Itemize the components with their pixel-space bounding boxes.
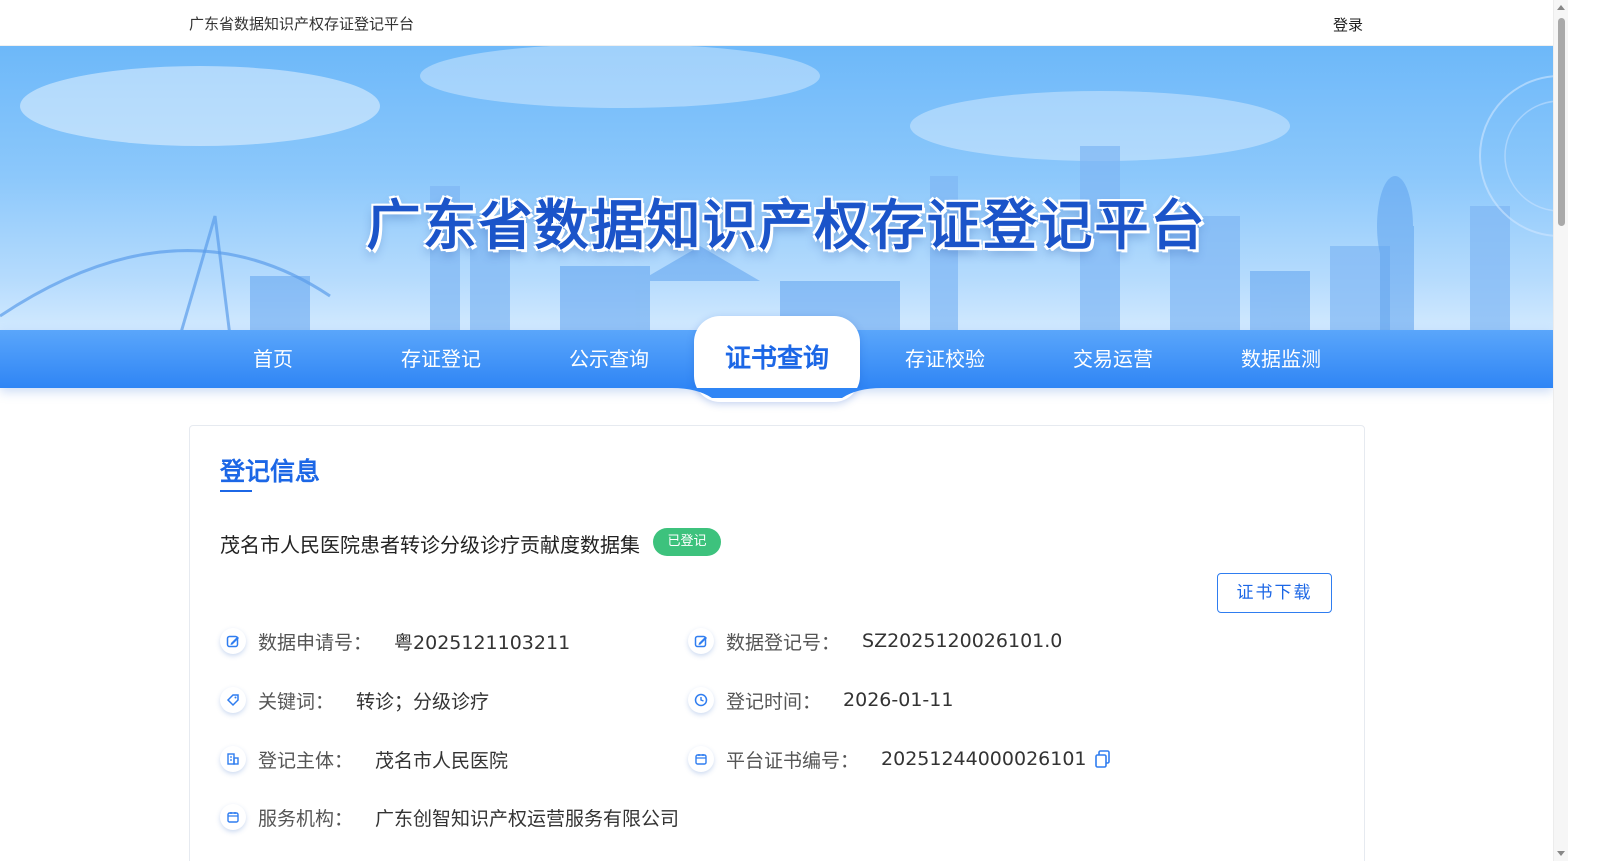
section-title: 登记信息	[220, 457, 321, 486]
application-no-value: 粤2025121103211	[394, 631, 571, 654]
section-underline	[220, 490, 252, 492]
building-icon	[220, 746, 246, 772]
edit-icon	[220, 628, 246, 654]
cert-no-label: 平台证书编号：	[726, 749, 860, 772]
keywords-value: 转诊；分级诊疗	[356, 690, 490, 713]
login-link[interactable]: 登录	[1333, 14, 1363, 35]
banner: 广东省数据知识产权存证登记平台	[0, 46, 1553, 336]
edit-icon	[688, 628, 714, 654]
vertical-scrollbar[interactable]	[1553, 0, 1568, 861]
subject-label: 登记主体：	[258, 749, 354, 772]
clock-icon	[688, 687, 714, 713]
field-application-no: 数据申请号： 粤2025121103211	[220, 625, 570, 657]
register-time-value: 2026-01-11	[843, 689, 954, 711]
scroll-down-icon[interactable]	[1557, 851, 1565, 856]
calendar-icon	[688, 746, 714, 772]
site-name: 广东省数据知识产权存证登记平台	[189, 15, 415, 33]
application-no-label: 数据申请号：	[258, 631, 373, 654]
registration-no-label: 数据登记号：	[726, 631, 841, 654]
scroll-up-icon[interactable]	[1557, 5, 1565, 10]
field-registration-no: 数据登记号： SZ2025120026101.0	[688, 625, 1062, 657]
registration-card: 登记信息 茂名市人民医院患者转诊分级诊疗贡献度数据集 已登记 证书下载 数据申请…	[189, 425, 1365, 861]
register-time-label: 登记时间：	[726, 690, 822, 713]
copy-icon[interactable]	[1094, 750, 1111, 768]
nav-active-notch	[672, 388, 882, 398]
tag-icon	[220, 687, 246, 713]
field-keywords: 关键词： 转诊；分级诊疗	[220, 684, 489, 716]
keywords-label: 关键词：	[258, 690, 335, 713]
nav-item-register[interactable]: 存证登记	[358, 330, 524, 388]
main-nav: 首页 存证登记 公示查询 证书查询 存证校验 交易运营 数据监测	[0, 316, 1553, 402]
field-cert-no: 平台证书编号： 20251244000026101	[688, 743, 1111, 775]
agency-label: 服务机构：	[258, 807, 354, 830]
nav-item-home[interactable]: 首页	[190, 330, 356, 388]
nav-item-monitoring[interactable]: 数据监测	[1198, 330, 1364, 388]
certificate-download-button[interactable]: 证书下载	[1217, 573, 1332, 613]
subject-value: 茂名市人民医院	[375, 749, 509, 772]
registration-no-value: SZ2025120026101.0	[862, 630, 1063, 652]
dataset-name: 茂名市人民医院患者转诊分级诊疗贡献度数据集	[220, 533, 640, 557]
calendar-icon	[220, 804, 246, 830]
nav-item-trading[interactable]: 交易运营	[1030, 330, 1196, 388]
banner-title: 广东省数据知识产权存证登记平台	[366, 194, 1207, 257]
field-agency: 服务机构： 广东创智知识产权运营服务有限公司	[220, 801, 679, 833]
cert-no-value: 20251244000026101	[881, 748, 1087, 770]
top-bar: 广东省数据知识产权存证登记平台 登录	[0, 0, 1553, 46]
nav-item-public-query[interactable]: 公示查询	[526, 330, 692, 388]
nav-item-verify[interactable]: 存证校验	[862, 330, 1028, 388]
status-badge: 已登记	[653, 528, 721, 556]
field-register-time: 登记时间： 2026-01-11	[688, 684, 953, 716]
agency-value: 广东创智知识产权运营服务有限公司	[375, 807, 680, 830]
page: 广东省数据知识产权存证登记平台 登录 广东省数据知识产权存证登记平台 首页 存证…	[0, 0, 1553, 861]
scrollbar-thumb[interactable]	[1558, 18, 1565, 226]
field-subject: 登记主体： 茂名市人民医院	[220, 743, 508, 775]
